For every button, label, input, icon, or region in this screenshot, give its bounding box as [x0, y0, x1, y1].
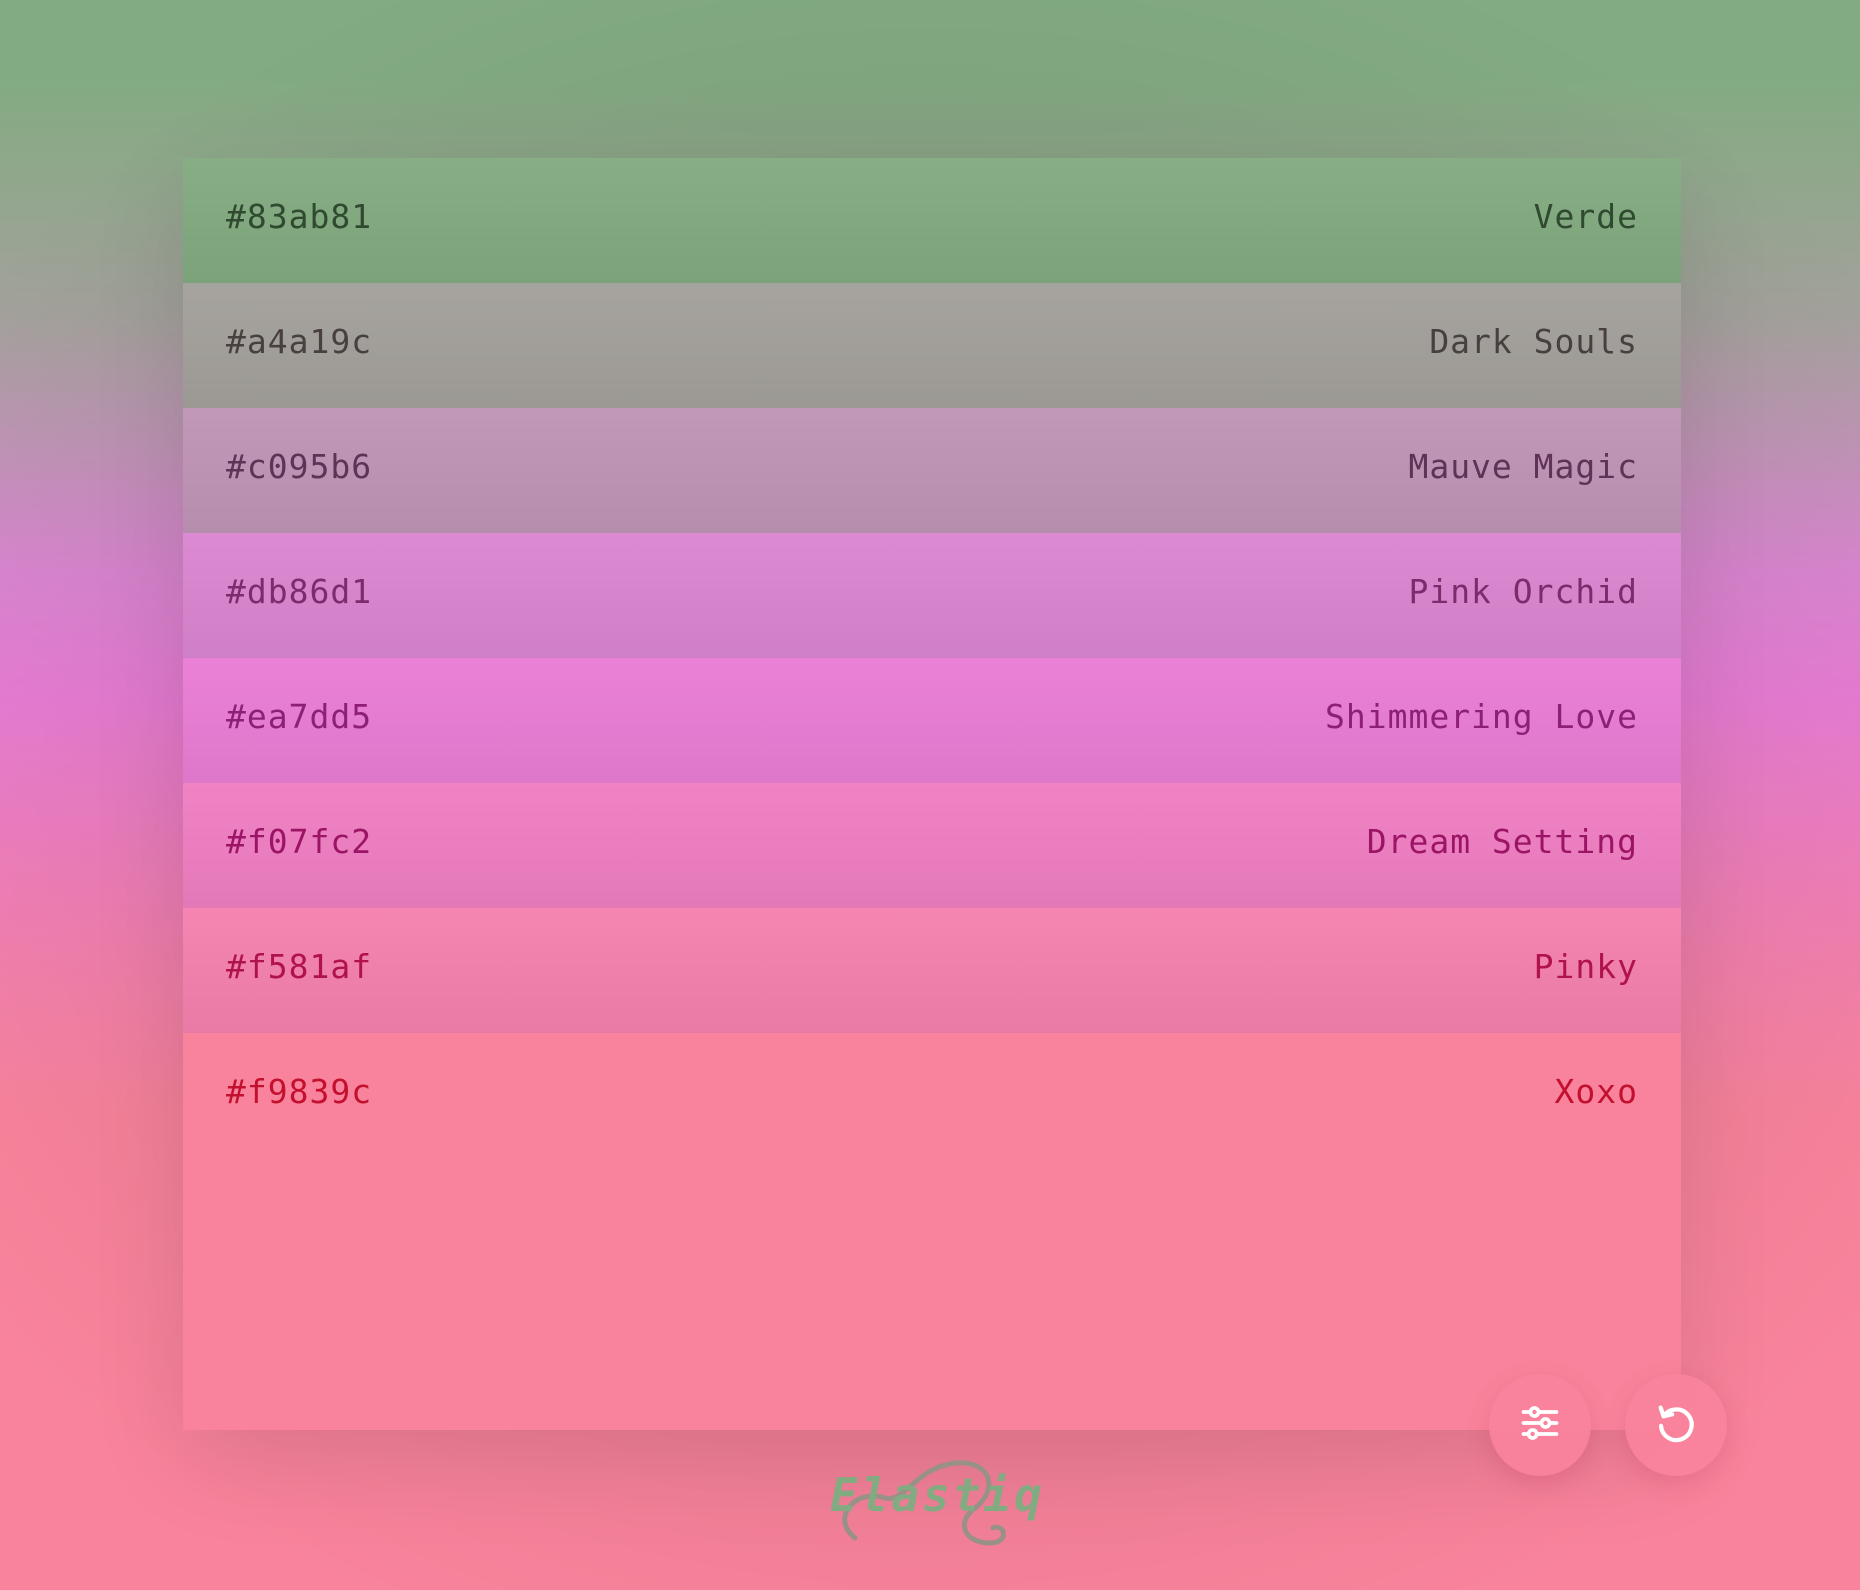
- swatch-hex[interactable]: #c095b6: [226, 450, 372, 483]
- refresh-icon: [1653, 1400, 1699, 1450]
- swatch-dream-setting[interactable]: #f07fc2 Dream Setting: [183, 783, 1681, 908]
- swatch-hex[interactable]: #f9839c: [226, 1075, 372, 1108]
- swatch-name: Verde: [1533, 197, 1638, 236]
- swatch-name: Pink Orchid: [1408, 572, 1638, 611]
- swatch-verde[interactable]: #83ab81 Verde: [183, 158, 1681, 283]
- swatch-name: Shimmering Love: [1324, 697, 1638, 736]
- color-palette: #83ab81 Verde #a4a19c Dark Souls #c095b6…: [183, 158, 1681, 1430]
- swatch-pink-orchid[interactable]: #db86d1 Pink Orchid: [183, 533, 1681, 658]
- swatch-pinky[interactable]: #f581af Pinky: [183, 908, 1681, 1033]
- swatch-name: Pinky: [1533, 947, 1638, 986]
- swatch-name: Dark Souls: [1429, 322, 1638, 361]
- settings-button[interactable]: [1489, 1374, 1591, 1476]
- swatch-shimmering-love[interactable]: #ea7dd5 Shimmering Love: [183, 658, 1681, 783]
- swatch-xoxo[interactable]: #f9839c Xoxo: [183, 1033, 1681, 1430]
- swatch-hex[interactable]: #f581af: [226, 950, 372, 983]
- swatch-hex[interactable]: #f07fc2: [226, 825, 372, 858]
- swatch-hex[interactable]: #ea7dd5: [226, 700, 372, 733]
- swatch-name: Mauve Magic: [1408, 447, 1638, 486]
- swatch-mauve-magic[interactable]: #c095b6 Mauve Magic: [183, 408, 1681, 533]
- swatch-name: Xoxo: [1554, 1072, 1638, 1111]
- swatch-hex[interactable]: #a4a19c: [226, 325, 372, 358]
- swatch-dark-souls[interactable]: #a4a19c Dark Souls: [183, 283, 1681, 408]
- swatch-hex[interactable]: #83ab81: [226, 200, 372, 233]
- swatch-hex[interactable]: #db86d1: [226, 575, 372, 608]
- sliders-icon: [1518, 1401, 1562, 1449]
- refresh-button[interactable]: [1625, 1374, 1727, 1476]
- logo-text: Elastiq: [830, 1468, 1045, 1522]
- swatch-name: Dream Setting: [1366, 822, 1638, 861]
- elastiq-logo: Elastiq: [825, 1448, 1042, 1558]
